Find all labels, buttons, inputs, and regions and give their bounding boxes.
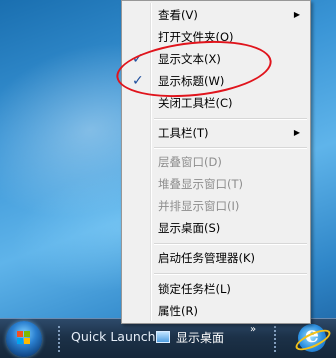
- windows-flag-icon: [17, 331, 31, 345]
- start-orb-icon[interactable]: [6, 321, 42, 357]
- menu-separator: [154, 147, 307, 149]
- internet-explorer-icon[interactable]: [298, 322, 326, 352]
- submenu-arrow-icon: ▶: [293, 128, 300, 137]
- menu-item-view[interactable]: 查看(V) ▶: [124, 4, 308, 26]
- menu-item-label: 层叠窗口(D): [158, 155, 222, 169]
- submenu-arrow-icon: ▶: [293, 10, 300, 19]
- menu-item-cascade-windows[interactable]: 层叠窗口(D): [124, 151, 308, 173]
- desktop: 查看(V) ▶ 打开文件夹(O) ✓ 显示文本(X) ✓ 显示标题(W) 关闭工…: [0, 0, 336, 358]
- menu-item-label: 并排显示窗口(I): [158, 199, 240, 213]
- menu-item-label: 显示桌面(S): [158, 221, 221, 235]
- menu-item-label: 锁定任务栏(L): [158, 282, 231, 296]
- menu-item-stack-windows[interactable]: 堆叠显示窗口(T): [124, 173, 308, 195]
- menu-item-lock-taskbar[interactable]: 锁定任务栏(L): [124, 278, 308, 300]
- menu-separator: [154, 118, 307, 120]
- menu-item-label: 堆叠显示窗口(T): [158, 177, 243, 191]
- overflow-chevron-button[interactable]: »: [250, 324, 256, 335]
- menu-separator: [154, 273, 307, 275]
- menu-item-label: 工具栏(T): [158, 126, 209, 140]
- menu-item-label: 启动任务管理器(K): [158, 251, 256, 265]
- menu-item-properties[interactable]: 属性(R): [124, 300, 308, 322]
- menu-item-toolbars[interactable]: 工具栏(T) ▶: [124, 122, 308, 144]
- show-desktop-icon: [156, 331, 170, 343]
- menu-item-show-desktop[interactable]: 显示桌面(S): [124, 217, 308, 239]
- quick-launch-title: Quick Launch: [71, 329, 156, 344]
- menu-item-side-by-side-windows[interactable]: 并排显示窗口(I): [124, 195, 308, 217]
- menu-item-label: 属性(R): [158, 304, 198, 318]
- show-desktop-label: 显示桌面: [176, 331, 225, 345]
- toolbar-grip[interactable]: [57, 325, 61, 353]
- menu-separator: [154, 243, 307, 245]
- menu-item-label: 查看(V): [158, 8, 198, 22]
- menu-item-task-manager[interactable]: 启动任务管理器(K): [124, 247, 308, 269]
- taskbar[interactable]: Quick Launch 显示桌面 »: [0, 318, 336, 358]
- toolbar-grip[interactable]: [273, 325, 277, 353]
